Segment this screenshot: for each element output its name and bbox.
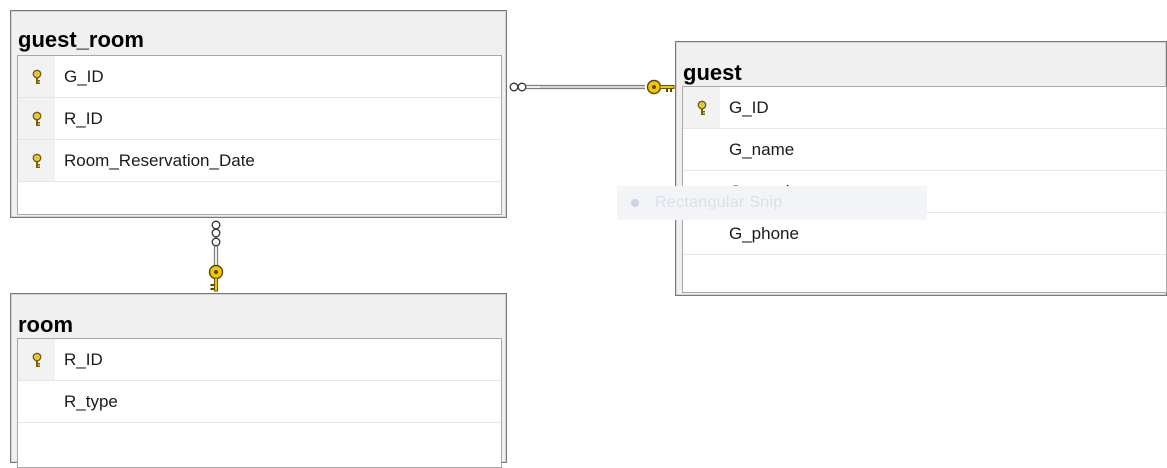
relationship-connectors [208,79,675,292]
relationship-guest_room-guest[interactable] [509,79,675,95]
relationship-guest_room-room[interactable] [208,220,224,292]
diagram-canvas: guest_room G_ID R_ID Room_Reservation_Da… [0,0,1167,468]
one-end-key-icon [646,79,675,95]
one-end-key-icon [208,264,224,292]
many-end-icon [211,220,221,247]
many-end-icon [509,82,527,92]
